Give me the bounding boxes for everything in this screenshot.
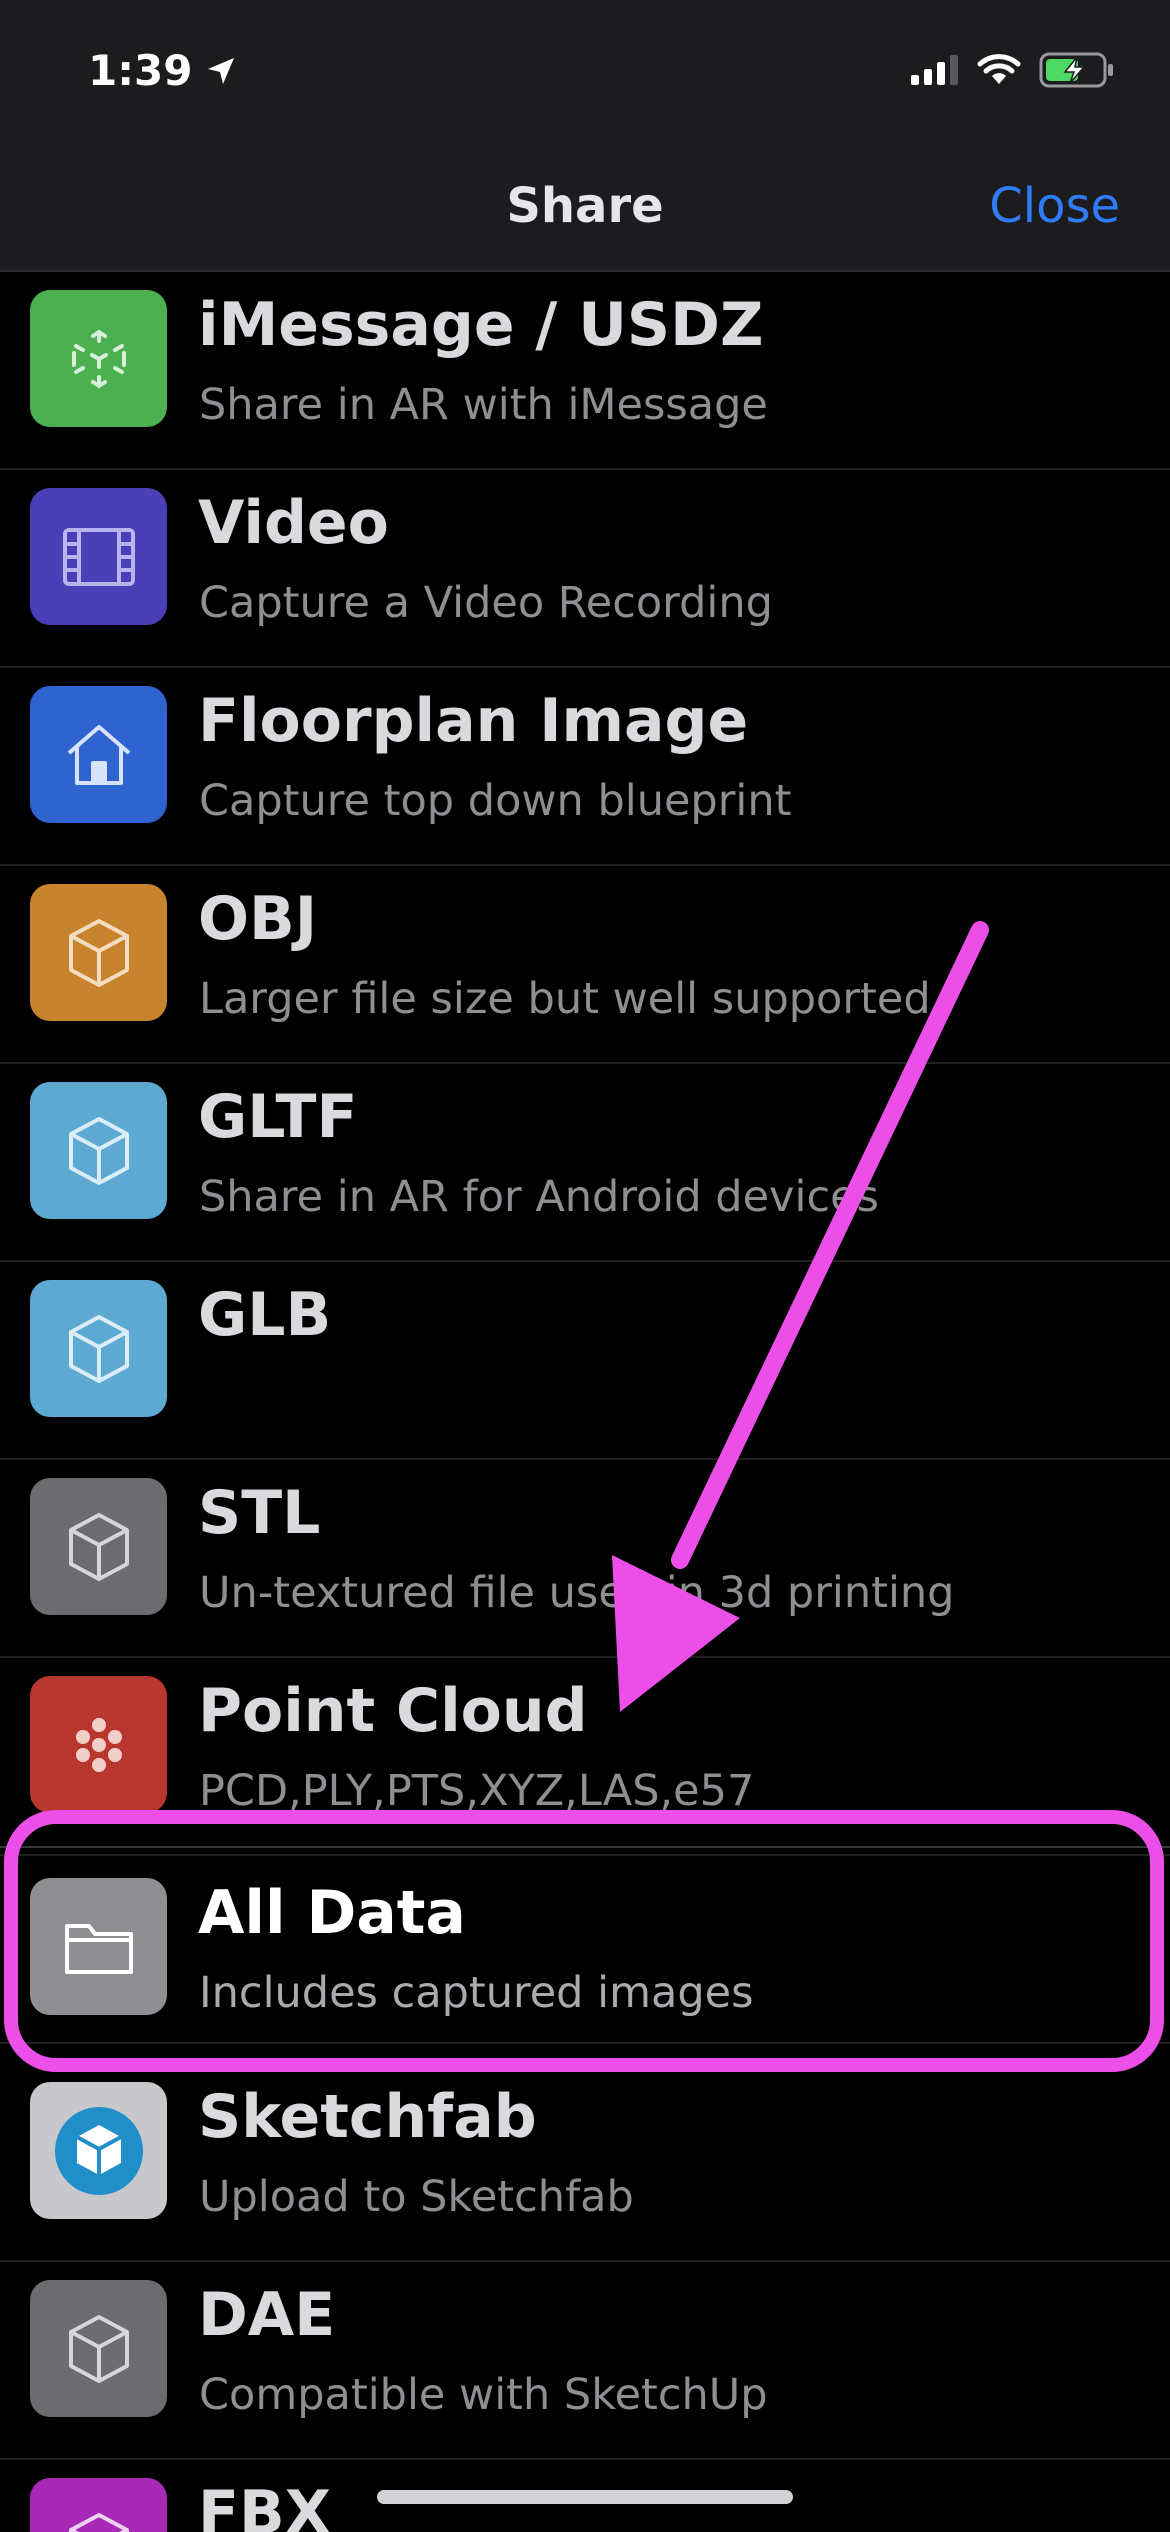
cellular-signal-icon — [911, 55, 958, 85]
location-arrow-icon — [208, 57, 235, 84]
option-title: GLTF — [198, 1082, 358, 1152]
option-subtitle: Capture a Video Recording — [199, 578, 773, 628]
share-option-video[interactable]: Video Capture a Video Recording — [0, 470, 1170, 668]
share-option-sketchfab[interactable]: Sketchfab Upload to Sketchfab — [0, 2064, 1170, 2262]
option-title: OBJ — [198, 884, 318, 954]
option-title: FBX — [198, 2478, 331, 2532]
option-title: Point Cloud — [198, 1676, 588, 1746]
option-subtitle: Larger file size but well supported — [199, 974, 931, 1024]
status-time: 1:39 — [88, 46, 236, 95]
share-option-imessage-usdz[interactable]: iMessage / USDZ Share in AR with iMessag… — [0, 272, 1170, 470]
option-title: GLB — [198, 1280, 332, 1350]
point-cloud-icon — [30, 1676, 167, 1813]
status-bar: 1:39 — [0, 0, 1170, 150]
share-option-gltf[interactable]: GLTF Share in AR for Android devices — [0, 1064, 1170, 1262]
share-option-floorplan[interactable]: Floorplan Image Capture top down bluepri… — [0, 668, 1170, 866]
share-options-list[interactable]: iMessage / USDZ Share in AR with iMessag… — [0, 272, 1170, 2532]
option-title: iMessage / USDZ — [198, 290, 764, 360]
cube-icon — [30, 1082, 167, 1219]
option-title: STL — [198, 1478, 321, 1548]
option-subtitle: Share in AR for Android devices — [199, 1172, 879, 1222]
navigation-bar: Share Close — [0, 150, 1170, 272]
ar-cube-icon — [30, 290, 167, 427]
cube-icon — [30, 884, 167, 1021]
cube-icon — [30, 2280, 167, 2417]
cube-icon — [30, 1478, 167, 1615]
option-subtitle: Un-textured file used in 3d printing — [199, 1568, 955, 1618]
house-icon — [30, 686, 167, 823]
share-option-stl[interactable]: STL Un-textured file used in 3d printing — [0, 1460, 1170, 1658]
film-icon — [30, 488, 167, 625]
option-subtitle: Compatible with SketchUp — [199, 2370, 768, 2420]
close-button[interactable]: Close — [989, 178, 1120, 234]
time-label: 1:39 — [88, 46, 193, 95]
option-subtitle: Capture top down blueprint — [199, 776, 792, 826]
sketchfab-icon — [30, 2082, 167, 2219]
option-subtitle: Share in AR with iMessage — [199, 380, 768, 430]
cube-icon — [30, 2478, 167, 2532]
share-option-dae[interactable]: DAE Compatible with SketchUp — [0, 2262, 1170, 2460]
option-subtitle: Upload to Sketchfab — [199, 2172, 634, 2222]
status-indicators — [911, 52, 1115, 88]
battery-charging-icon — [1039, 52, 1113, 88]
share-option-obj[interactable]: OBJ Larger file size but well supported — [0, 866, 1170, 1064]
annotation-highlight-box — [4, 1810, 1164, 2072]
cube-icon — [30, 1280, 167, 1417]
option-title: DAE — [198, 2280, 336, 2350]
share-option-glb[interactable]: GLB — [0, 1262, 1170, 1460]
home-indicator[interactable] — [377, 2490, 793, 2504]
wifi-icon — [977, 54, 1021, 84]
option-title: Video — [198, 488, 389, 558]
option-title: Sketchfab — [198, 2082, 537, 2152]
option-subtitle: PCD,PLY,PTS,XYZ,LAS,e57 — [199, 1766, 755, 1816]
option-title: Floorplan Image — [198, 686, 749, 756]
